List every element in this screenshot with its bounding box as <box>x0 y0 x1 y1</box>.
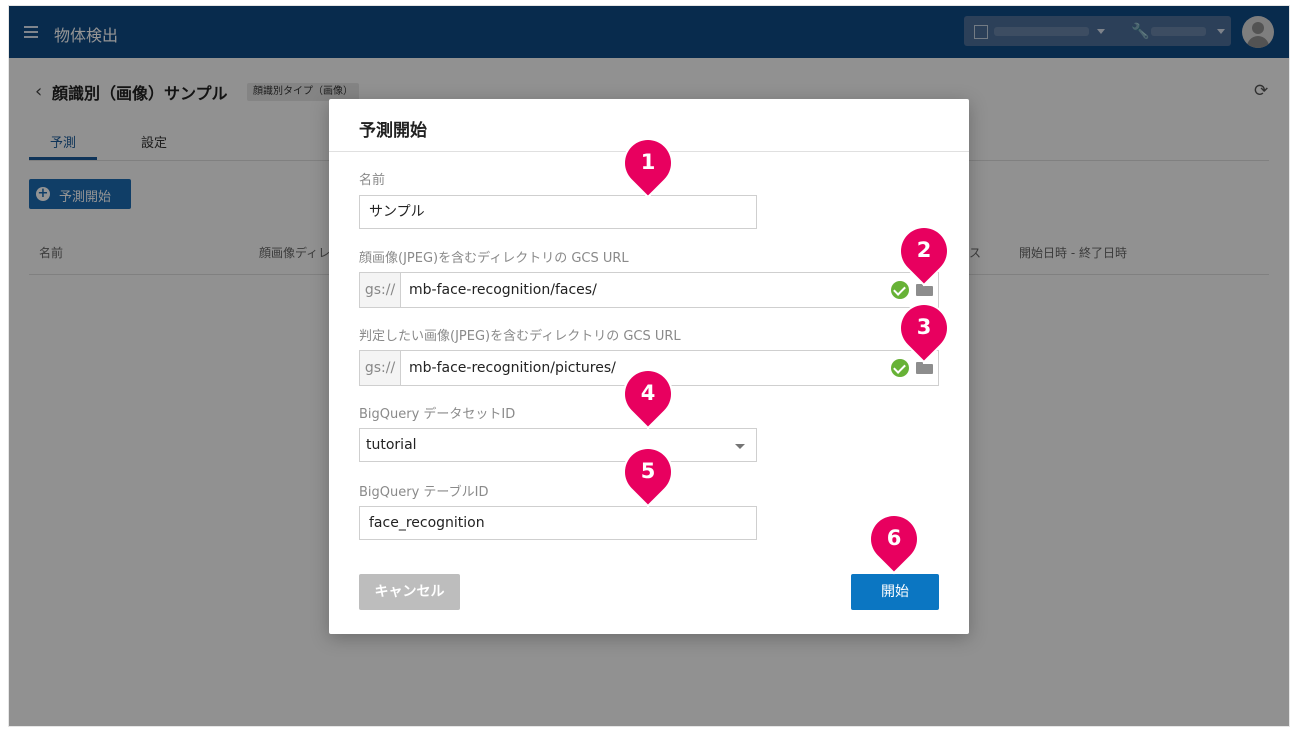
pictures-gs-prefix: gs:// <box>360 351 401 385</box>
callout-marker-1: 1 <box>615 130 681 196</box>
folder-icon[interactable] <box>916 362 933 374</box>
callout-marker-3: 3 <box>891 295 957 361</box>
callout-marker-4: 4 <box>615 361 681 427</box>
callout-number: 6 <box>886 526 902 550</box>
chevron-down-icon <box>735 444 745 449</box>
callout-number: 3 <box>916 315 932 339</box>
folder-icon[interactable] <box>916 284 933 296</box>
callout-number: 5 <box>640 459 656 483</box>
name-label: 名前 <box>359 173 386 188</box>
dataset-id-value: tutorial <box>366 437 417 453</box>
table-id-label: BigQuery テーブルID <box>359 485 489 500</box>
table-id-input[interactable]: face_recognition <box>359 506 757 540</box>
callout-marker-2: 2 <box>891 218 957 284</box>
callout-number: 1 <box>640 150 656 174</box>
faces-url-input[interactable]: mb-face-recognition/faces/ <box>409 273 597 307</box>
check-circle-icon <box>891 359 909 377</box>
callout-number: 4 <box>640 381 656 405</box>
faces-gs-prefix: gs:// <box>360 273 401 307</box>
check-circle-icon <box>891 281 909 299</box>
callout-marker-5: 5 <box>615 439 681 505</box>
dataset-id-label: BigQuery データセットID <box>359 407 516 422</box>
faces-url-label: 顔画像(JPEG)を含むディレクトリの GCS URL <box>359 251 629 266</box>
name-input[interactable]: サンプル <box>359 195 757 229</box>
cancel-button[interactable]: キャンセル <box>359 574 460 610</box>
start-button[interactable]: 開始 <box>851 574 939 610</box>
callout-marker-6: 6 <box>861 506 927 572</box>
pictures-url-input[interactable]: mb-face-recognition/pictures/ <box>409 351 616 385</box>
dataset-id-select[interactable]: tutorial <box>359 428 757 462</box>
app-window: 物体検出 🔧 ‹ 顔識別（画像）サンプル 顔識別タイプ（画像） ⟳ 予測 設定 … <box>9 6 1289 726</box>
callout-number: 2 <box>916 238 932 262</box>
dialog-title: 予測開始 <box>359 121 427 141</box>
pictures-url-label: 判定したい画像(JPEG)を含むディレクトリの GCS URL <box>359 329 681 344</box>
faces-url-field[interactable]: gs:// mb-face-recognition/faces/ <box>359 272 939 308</box>
